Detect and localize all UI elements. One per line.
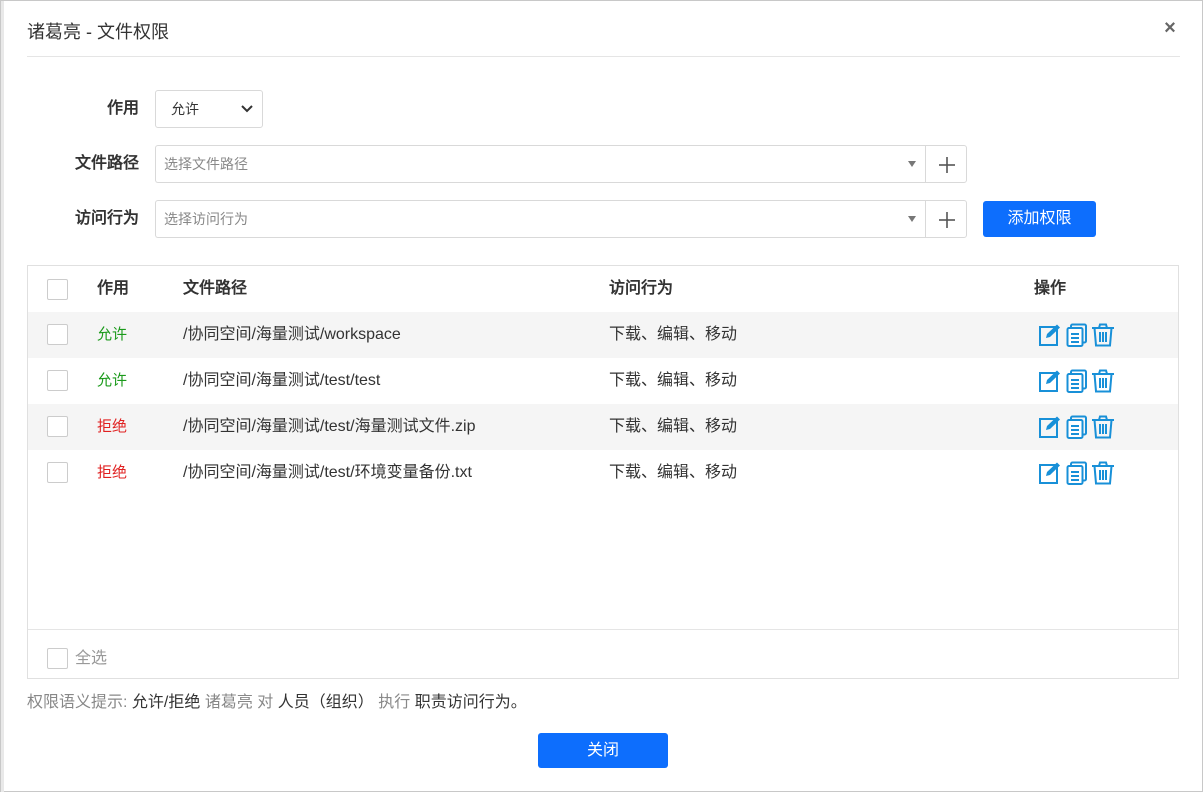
header-ops: 操作	[1034, 280, 1067, 297]
copy-icon[interactable]	[1065, 415, 1089, 439]
action-select-placeholder: 选择访问行为	[164, 211, 248, 227]
close-button[interactable]: 关闭	[538, 733, 668, 768]
action-label: 访问行为	[74, 210, 139, 227]
trash-icon[interactable]	[1091, 369, 1115, 393]
row-action: 下载、编辑、移动	[609, 326, 738, 343]
header-checkbox[interactable]	[47, 279, 68, 300]
edit-icon[interactable]	[1038, 323, 1062, 347]
table-row: 拒绝/协同空间/海量测试/test/环境变量备份.txt 下载、编辑、移动	[28, 450, 1178, 496]
header-action: 访问行为	[609, 280, 674, 297]
row-checkbox[interactable]	[47, 370, 68, 391]
hint-prefix: 权限语义提示:	[27, 694, 128, 711]
add-path-button[interactable]	[925, 145, 967, 183]
row-effect: 拒绝	[97, 464, 128, 481]
effect-label: 作用	[106, 100, 139, 117]
trash-icon[interactable]	[1091, 461, 1115, 485]
copy-icon[interactable]	[1065, 461, 1089, 485]
select-all-checkbox[interactable]	[47, 648, 68, 669]
row-action: 下载、编辑、移动	[609, 372, 738, 389]
table-row: 拒绝/协同空间/海量测试/test/海量测试文件.zip 下载、编辑、移动	[28, 404, 1178, 450]
trash-icon[interactable]	[1091, 323, 1115, 347]
hint-subject: 诸葛亮	[204, 694, 253, 711]
plus-icon	[939, 157, 955, 173]
chevron-down-icon	[241, 105, 253, 113]
table-footer: 全选	[28, 629, 1178, 679]
path-select[interactable]: 选择文件路径	[155, 145, 925, 183]
permission-hint: 权限语义提示: 允许/拒绝 诸葛亮 对 人员（组织） 执行 职责访问行为。	[27, 691, 527, 715]
header-path: 文件路径	[183, 280, 248, 297]
path-label: 文件路径	[74, 155, 139, 172]
edit-icon[interactable]	[1038, 461, 1062, 485]
copy-icon[interactable]	[1065, 369, 1089, 393]
hint-to: 对	[257, 694, 274, 711]
row-path: /协同空间/海量测试/workspace	[183, 326, 401, 343]
action-row: 访问行为 选择访问行为 添加权限	[1, 200, 1101, 238]
file-permission-dialog: 诸葛亮 - 文件权限 × 作用 允许 文件路径 选择文件路径 访问行为 选择访问…	[0, 0, 1203, 792]
path-row: 文件路径 选择文件路径	[1, 145, 971, 183]
caret-down-icon	[908, 161, 916, 167]
dialog-title: 诸葛亮 - 文件权限	[27, 22, 169, 42]
hint-object: 人员（组织）	[277, 694, 374, 711]
trash-icon[interactable]	[1091, 415, 1115, 439]
select-all-label[interactable]: 全选	[75, 630, 107, 688]
row-checkbox[interactable]	[47, 324, 68, 345]
effect-row: 作用 允许	[1, 90, 301, 128]
copy-icon[interactable]	[1065, 323, 1089, 347]
action-select[interactable]: 选择访问行为	[155, 200, 925, 238]
row-path: /协同空间/海量测试/test/海量测试文件.zip	[183, 418, 476, 435]
effect-select[interactable]: 允许	[155, 90, 263, 128]
row-checkbox[interactable]	[47, 462, 68, 483]
effect-select-value: 允许	[171, 101, 199, 117]
table-row: 允许/协同空间/海量测试/workspace 下载、编辑、移动	[28, 312, 1178, 358]
edit-icon[interactable]	[1038, 415, 1062, 439]
row-path: /协同空间/海量测试/test/环境变量备份.txt	[183, 464, 472, 481]
add-action-button[interactable]	[925, 200, 967, 238]
caret-down-icon	[908, 216, 916, 222]
hint-exec: 执行	[378, 694, 411, 711]
hint-effect: 允许/拒绝	[131, 694, 201, 711]
hint-action: 职责访问行为。	[414, 694, 527, 711]
row-action: 下载、编辑、移动	[609, 418, 738, 435]
edit-icon[interactable]	[1038, 369, 1062, 393]
row-effect: 允许	[97, 326, 128, 343]
dialog-header: 诸葛亮 - 文件权限 ×	[27, 1, 1180, 57]
row-effect: 允许	[97, 372, 128, 389]
add-permission-button[interactable]: 添加权限	[983, 201, 1096, 237]
row-path: /协同空间/海量测试/test/test	[183, 372, 381, 389]
row-effect: 拒绝	[97, 418, 128, 435]
table-row: 允许/协同空间/海量测试/test/test 下载、编辑、移动	[28, 358, 1178, 404]
path-select-placeholder: 选择文件路径	[164, 156, 248, 172]
header-effect: 作用	[97, 280, 130, 297]
row-checkbox[interactable]	[47, 416, 68, 437]
close-icon[interactable]: ×	[1160, 16, 1180, 40]
row-action: 下载、编辑、移动	[609, 464, 738, 481]
plus-icon	[939, 212, 955, 228]
permission-table: 作用 文件路径 访问行为 操作 允许/协同空间/海量测试/workspace 下载…	[27, 265, 1179, 679]
table-header: 作用 文件路径 访问行为 操作	[28, 266, 1178, 313]
